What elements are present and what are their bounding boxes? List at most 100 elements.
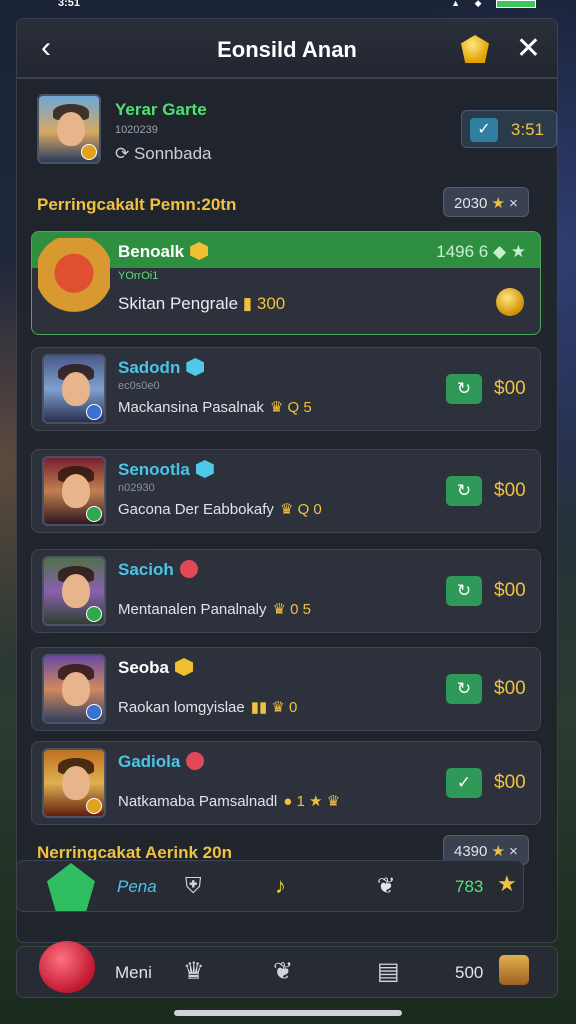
shield-icon[interactable]: ⛨ (185, 873, 202, 899)
loot-icons: ▮▮ ♛ 0 (250, 699, 298, 716)
badge-icon (86, 704, 102, 720)
gem-icon (195, 460, 214, 478)
badge-icon (86, 798, 102, 814)
feather-icon[interactable]: ❦ (377, 873, 395, 899)
status-bar: 3:51 ▲ ◆ (0, 0, 576, 12)
status-icons: ▲ ◆ (451, 0, 536, 9)
rank-badge-icon (81, 144, 97, 160)
gem-icon (179, 560, 198, 578)
key-icon[interactable]: ♪ (275, 873, 286, 899)
close-icon: × (509, 195, 518, 212)
row-desc: Gacona Der Eabbokafy ♛ Q 0 (118, 501, 322, 518)
row-name: Senootla (118, 460, 214, 480)
player-profile: Yerar Garte 1020239 ⟳ Sonnbada ✓ 3:51 (37, 94, 557, 174)
refresh-button[interactable]: ↻ (446, 674, 482, 704)
list-item[interactable]: Senootla n02930 Gacona Der Eabbokafy ♛ Q … (31, 449, 541, 533)
avatar (42, 654, 106, 724)
avatar (42, 748, 106, 818)
player-id: 1020239 (115, 124, 158, 136)
bottom-nav: Meni ♛ ❦ ▤ 500 (16, 941, 558, 998)
avatar (42, 556, 106, 626)
coin-stack-icon: ▮ (242, 294, 253, 313)
loot-icons: ● 1 ★ ♛ (283, 793, 341, 810)
list-item[interactable]: Sadodn ec0s0e0 Mackansina Pasalnak ♛ Q 5 … (31, 347, 541, 431)
stats-bar: Pena ⛨ ♪ ❦ 783 ★ (16, 860, 524, 912)
stats-label: Pena (117, 877, 157, 896)
loot-icons: ♛ Q 5 (269, 399, 312, 416)
featured-name: Benoalk (118, 242, 209, 262)
loot-icons: ♛ 0 5 (272, 601, 311, 618)
row-price: $00 (494, 580, 526, 601)
refresh-button[interactable]: ↻ (446, 476, 482, 506)
row-desc: Raokan lomgyislae ▮▮ ♛ 0 (118, 699, 298, 716)
section-score: 2030 (454, 195, 488, 212)
home-indicator[interactable] (174, 1010, 402, 1016)
star-icon[interactable]: ★ (497, 871, 517, 897)
row-name: Sadodn (118, 358, 205, 378)
loot-icons: ♛ Q 0 (279, 501, 322, 518)
avatar (42, 456, 106, 526)
panel-header: ‹ Eonsild Anan ✕ (17, 19, 557, 79)
gem-icon (186, 358, 205, 376)
gem-icon (186, 752, 205, 770)
nav-value: 500 (455, 963, 484, 982)
row-price: $00 (494, 480, 526, 501)
check-icon: ✓ (470, 118, 498, 142)
featured-desc: Skitan Pengrale ▮ 300 (118, 294, 286, 313)
crown-icon[interactable]: ♛ (183, 957, 205, 986)
status-time: 3:51 (58, 0, 81, 9)
battery-icon (496, 0, 536, 8)
section-score-pill[interactable]: 2030 ★ × (443, 187, 529, 217)
star-icon: ★ (491, 195, 505, 212)
claim-button[interactable]: ✓ 3:51 (461, 110, 557, 148)
gem-icon (175, 658, 194, 676)
badge-icon (86, 606, 102, 622)
featured-count: 1496 6 ◆ ★ (436, 242, 526, 261)
badge-icon (86, 404, 102, 420)
row-sub: n02930 (118, 482, 155, 494)
player-status: ⟳ Sonnbada (115, 144, 212, 163)
crest-icon (38, 238, 110, 326)
scroll-icon[interactable]: ▤ (377, 957, 400, 986)
close-button[interactable]: ✕ (516, 31, 541, 66)
row-price: $00 (494, 772, 526, 793)
list-item[interactable]: Seoba Raokan lomgyislae ▮▮ ♛ 0 ↻ $00 (31, 647, 541, 731)
player-status-text: Sonnbada (133, 144, 212, 163)
row-price: $00 (494, 678, 526, 699)
row-name: Sacioh (118, 560, 198, 580)
nav-label[interactable]: Meni (115, 963, 152, 983)
star-icon: ★ (491, 843, 505, 860)
badge-icon (86, 506, 102, 522)
row-price: $00 (494, 378, 526, 399)
face-shape (57, 112, 85, 146)
featured-desc-value: 300 (256, 294, 286, 313)
ruby-icon[interactable] (39, 941, 95, 993)
row-desc: Mackansina Pasalnak ♛ Q 5 (118, 399, 312, 416)
refresh-button[interactable]: ↻ (446, 374, 482, 404)
gold-coin-icon[interactable] (496, 288, 524, 316)
player-avatar[interactable] (37, 94, 101, 164)
section-heading: Perringcakalt Pemn:20tn (37, 195, 237, 214)
gem-icon (190, 242, 209, 260)
row-sub: ec0s0e0 (118, 380, 160, 392)
list-item[interactable]: Gadiola Natkamaba Pamsalnadl ● 1 ★ ♛ ✓ $0… (31, 741, 541, 825)
row-name: Gadiola (118, 752, 205, 772)
featured-sub: YOrrOi1 (118, 270, 159, 282)
avatar (42, 354, 106, 424)
feather-icon[interactable]: ❦ (273, 957, 293, 986)
claim-value: 3:51 (510, 120, 544, 139)
player-name: Yerar Garte (115, 100, 207, 119)
stats-value: 783 (455, 877, 484, 896)
leaderboard-panel: ‹ Eonsild Anan ✕ Yerar Garte 1020239 ⟳ S… (16, 18, 558, 943)
emerald-icon[interactable] (47, 863, 95, 911)
section-score: 4390 (454, 843, 488, 860)
refresh-button[interactable]: ↻ (446, 576, 482, 606)
row-desc: Natkamaba Pamsalnadl ● 1 ★ ♛ (118, 793, 341, 810)
row-desc: Mentanalen Panalnaly ♛ 0 5 (118, 601, 311, 618)
list-item[interactable]: Sacioh Mentanalen Panalnaly ♛ 0 5 ↻ $00 (31, 549, 541, 633)
chest-icon[interactable] (499, 955, 529, 985)
row-name: Seoba (118, 658, 194, 678)
featured-entry[interactable]: Benoalk YOrrOi1 Skitan Pengrale ▮ 300 14… (31, 231, 541, 335)
confirm-button[interactable]: ✓ (446, 768, 482, 798)
close-icon: × (509, 843, 518, 860)
